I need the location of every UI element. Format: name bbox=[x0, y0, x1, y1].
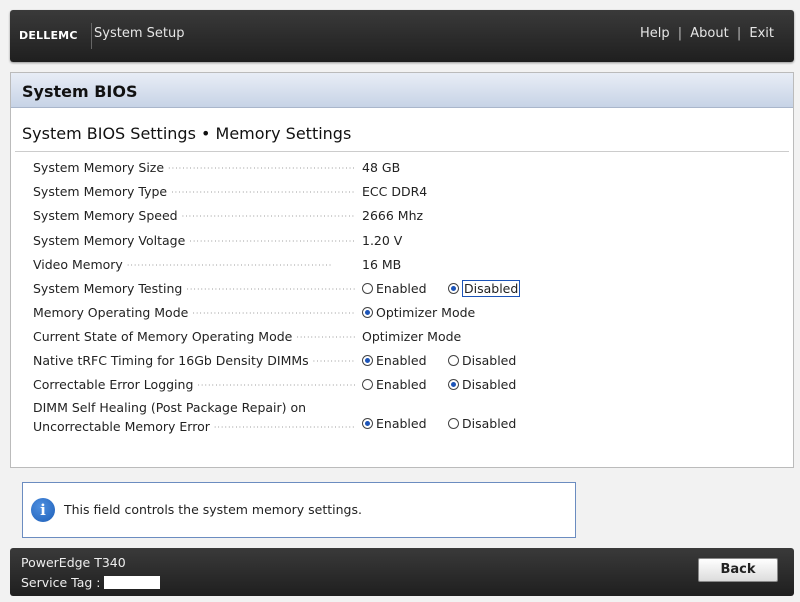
footer-bar: PowerEdge T340 Service Tag : Back bbox=[10, 548, 794, 596]
setting-label: Correctable Error Logging bbox=[33, 377, 194, 392]
link-separator: | bbox=[677, 26, 683, 41]
setting-label: System Memory Type bbox=[33, 184, 168, 199]
radio-label: Enabled bbox=[376, 377, 427, 392]
leader-dots: ········································… bbox=[189, 237, 355, 246]
app-title: System Setup bbox=[94, 26, 185, 41]
error-logging-enabled-radio[interactable]: Enabled bbox=[362, 377, 427, 392]
setting-value: ECC DDR4 bbox=[362, 184, 428, 199]
radio-selected-icon bbox=[362, 307, 373, 318]
subtitle-divider bbox=[15, 151, 789, 152]
top-header-bar: DELLEMC System Setup Help | About | Exit bbox=[10, 10, 794, 62]
help-link[interactable]: Help bbox=[640, 26, 670, 41]
radio-selected-icon bbox=[362, 355, 373, 366]
radio-label: Disabled bbox=[462, 416, 517, 431]
setting-value: 1.20 V bbox=[362, 233, 403, 248]
leader-dots: ········································… bbox=[312, 357, 355, 366]
radio-label: Enabled bbox=[376, 353, 427, 368]
radio-icon bbox=[362, 283, 373, 294]
leader-dots: ········································… bbox=[186, 285, 355, 294]
panel-header: System BIOS bbox=[11, 73, 793, 108]
leader-dots: ········································… bbox=[197, 381, 355, 390]
setting-label: Video Memory bbox=[33, 257, 123, 272]
info-icon: i bbox=[31, 498, 55, 522]
setting-label: System Memory Speed bbox=[33, 208, 178, 223]
service-tag-redacted bbox=[103, 576, 160, 589]
header-divider bbox=[91, 23, 92, 49]
exit-link[interactable]: Exit bbox=[749, 26, 774, 41]
leader-dots: ········································… bbox=[171, 188, 355, 197]
setting-label: Memory Operating Mode bbox=[33, 305, 189, 320]
header-links: Help | About | Exit bbox=[640, 26, 774, 41]
trfc-timing-enabled-radio[interactable]: Enabled bbox=[362, 353, 427, 368]
memory-testing-enabled-radio[interactable]: Enabled bbox=[362, 281, 427, 296]
leader-dots: ········································… bbox=[181, 212, 355, 221]
error-logging-disabled-radio[interactable]: Disabled bbox=[448, 377, 516, 392]
radio-icon bbox=[448, 355, 459, 366]
leader-dots: ········································… bbox=[192, 309, 355, 318]
radio-label: Enabled bbox=[376, 281, 427, 296]
help-info-box: i This field controls the system memory … bbox=[22, 482, 576, 538]
trfc-timing-disabled-radio[interactable]: Disabled bbox=[448, 353, 516, 368]
setting-label: Uncorrectable Memory Error bbox=[33, 419, 210, 434]
link-separator: | bbox=[736, 26, 742, 41]
system-model: PowerEdge T340 bbox=[21, 555, 126, 570]
radio-label: Enabled bbox=[376, 416, 427, 431]
radio-icon bbox=[362, 379, 373, 390]
panel-title: System BIOS bbox=[22, 82, 138, 101]
setting-label: System Memory Size bbox=[33, 160, 165, 175]
page-subtitle: System BIOS Settings • Memory Settings bbox=[22, 124, 352, 143]
service-tag: Service Tag : bbox=[21, 575, 160, 590]
setting-value: 48 GB bbox=[362, 160, 401, 175]
self-healing-disabled-radio[interactable]: Disabled bbox=[448, 416, 516, 431]
radio-label: Disabled bbox=[462, 377, 517, 392]
setting-value: 16 MB bbox=[362, 257, 402, 272]
memory-testing-disabled-radio[interactable]: Disabled bbox=[448, 280, 521, 297]
about-link[interactable]: About bbox=[690, 26, 728, 41]
dell-emc-logo: DELLEMC bbox=[19, 29, 78, 42]
radio-label: Optimizer Mode bbox=[376, 305, 476, 320]
help-text: This field controls the system memory se… bbox=[64, 502, 362, 517]
setting-label: Current State of Memory Operating Mode bbox=[33, 329, 293, 344]
leader-dots: ········································… bbox=[213, 423, 355, 432]
setting-label: System Memory Testing bbox=[33, 281, 183, 296]
setting-label: Native tRFC Timing for 16Gb Density DIMM… bbox=[33, 353, 309, 368]
radio-label: Disabled bbox=[462, 280, 521, 297]
leader-dots: ········································… bbox=[296, 333, 355, 342]
operating-mode-optimizer-radio[interactable]: Optimizer Mode bbox=[362, 305, 475, 320]
self-healing-enabled-radio[interactable]: Enabled bbox=[362, 416, 427, 431]
radio-selected-icon bbox=[448, 379, 459, 390]
settings-panel: System BIOS System BIOS Settings • Memor… bbox=[10, 72, 794, 468]
leader-dots: ········································… bbox=[168, 164, 355, 173]
setting-value: Optimizer Mode bbox=[362, 329, 462, 344]
service-tag-label: Service Tag : bbox=[21, 575, 101, 590]
setting-label: System Memory Voltage bbox=[33, 233, 186, 248]
leader-dots: ········································… bbox=[126, 261, 333, 270]
setting-value: 2666 Mhz bbox=[362, 208, 424, 223]
radio-selected-icon bbox=[448, 283, 459, 294]
radio-icon bbox=[448, 418, 459, 429]
radio-selected-icon bbox=[362, 418, 373, 429]
back-button[interactable]: Back bbox=[698, 558, 778, 582]
setting-label: DIMM Self Healing (Post Package Repair) … bbox=[33, 400, 307, 415]
radio-label: Disabled bbox=[462, 353, 517, 368]
